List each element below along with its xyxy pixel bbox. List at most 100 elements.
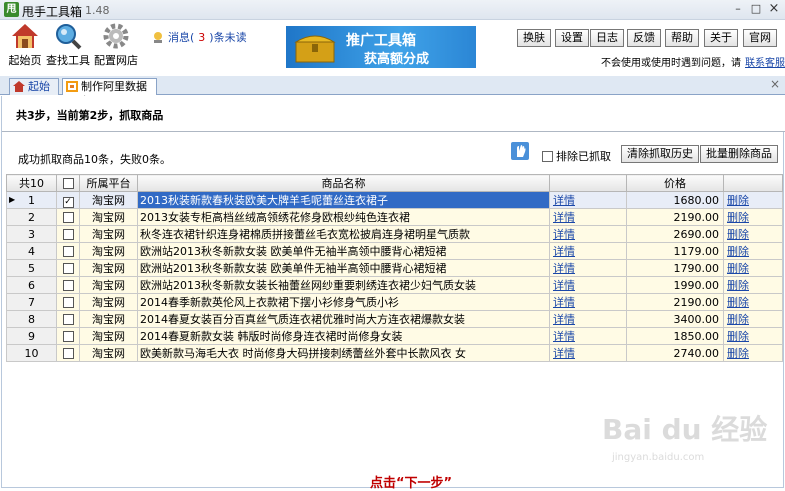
maximize-button[interactable]: □ [748, 2, 764, 16]
row-delete-link[interactable]: 删除 [727, 330, 749, 343]
header-platform[interactable]: 所属平台 [79, 174, 138, 192]
log-button[interactable]: 日志 [590, 29, 624, 47]
row-delete-link[interactable]: 删除 [727, 228, 749, 241]
row-checkbox-cell[interactable] [56, 344, 80, 362]
row-detail-link[interactable]: 详情 [553, 279, 575, 292]
row-price[interactable]: 2690.00 [626, 225, 724, 243]
table-row[interactable]: 8 淘宝网 2014春夏女装百分百真丝气质连衣裙优雅时尚大方连衣裙爆款女装 详情 340… [6, 310, 783, 328]
row-checkbox-cell[interactable] [56, 293, 80, 311]
row-checkbox-cell[interactable] [56, 327, 80, 345]
exclude-checkbox-box[interactable] [542, 151, 553, 162]
table-row[interactable]: 10 淘宝网 欧美新款马海毛大衣 时尚修身大码拼接刺绣蕾丝外套中长款风衣 女详情 27… [6, 344, 783, 362]
table-row[interactable]: 6 淘宝网 欧洲站2013秋冬新款女装长袖蕾丝网纱重要刺绣连衣裙少妇气质女装 详情 19… [6, 276, 783, 294]
row-detail-link[interactable]: 详情 [553, 211, 575, 224]
row-checkbox[interactable] [62, 330, 74, 342]
row-product-name[interactable]: 欧洲站2013秋冬新款女装 欧美单件无袖半高领中腰背心裙短裙 [137, 259, 550, 277]
row-product-name[interactable]: 2014春夏新款女装 韩版时尚修身连衣裙时尚修身女装 [137, 327, 550, 345]
tab-home[interactable]: 起始页 [9, 78, 59, 108]
table-row[interactable]: 2 淘宝网 2013女装专柜高档丝绒高领绣花修身欧根纱纯色连衣裙 详情 2190.00 删… [6, 208, 783, 226]
row-detail-cell: 详情 [549, 208, 627, 226]
row-detail-link[interactable]: 详情 [553, 194, 575, 207]
website-button[interactable]: 官网 [743, 29, 777, 47]
minimize-button[interactable]: – [730, 2, 746, 16]
header-price[interactable]: 价格 [626, 174, 724, 192]
row-detail-link[interactable]: 详情 [553, 313, 575, 326]
row-delete-link[interactable]: 删除 [727, 245, 749, 258]
row-checkbox[interactable]: ✓ [62, 197, 74, 208]
row-checkbox[interactable] [62, 347, 74, 359]
exclude-grabbed-checkbox[interactable]: 排除已抓取 [542, 148, 611, 164]
row-delete-link[interactable]: 删除 [727, 296, 749, 309]
row-product-name[interactable]: 2014春夏女装百分百真丝气质连衣裙优雅时尚大方连衣裙爆款女装 [137, 310, 550, 328]
row-product-name[interactable]: 2013女装专柜高档丝绒高领绣花修身欧根纱纯色连衣裙 [137, 208, 550, 226]
home-button[interactable]: 起始页 [1, 22, 49, 70]
row-product-name[interactable]: 欧洲站2013秋冬新款女装 欧美单件无袖半高领中腰背心裙短裙 [137, 242, 550, 260]
row-delete-link[interactable]: 删除 [727, 313, 749, 326]
table-row[interactable]: 5 淘宝网 欧洲站2013秋冬新款女装 欧美单件无袖半高领中腰背心裙短裙 详情 1790… [6, 259, 783, 277]
row-price[interactable]: 2740.00 [626, 344, 724, 362]
row-price[interactable]: 1990.00 [626, 276, 724, 294]
unread-messages[interactable]: 消息(3)条未读 [152, 29, 247, 45]
row-detail-link[interactable]: 详情 [553, 330, 575, 343]
settings-button[interactable]: 设置 [555, 29, 589, 47]
row-price[interactable]: 2190.00 [626, 293, 724, 311]
table-row[interactable]: 9 淘宝网 2014春夏新款女装 韩版时尚修身连衣裙时尚修身女装 详情 1850.00 删… [6, 327, 783, 345]
select-all-checkbox[interactable] [62, 177, 74, 189]
row-product-name[interactable]: 2014春季新款英伦风上衣款裙下摆小衫修身气质小衫 [137, 293, 550, 311]
table-row[interactable]: 7 淘宝网 2014春季新款英伦风上衣款裙下摆小衫修身气质小衫 详情 2190.00 删除 [6, 293, 783, 311]
header-select-all[interactable] [56, 174, 80, 192]
row-price[interactable]: 3400.00 [626, 310, 724, 328]
table-row[interactable]: 3 淘宝网 秋冬连衣裙针织连身裙棉质拼接蕾丝毛衣宽松披肩连身裙明星气质款 详情 2690… [6, 225, 783, 243]
row-price[interactable]: 1790.00 [626, 259, 724, 277]
row-price[interactable]: 1850.00 [626, 327, 724, 345]
tab-make-ali-package[interactable]: 制作阿里数据包 [62, 78, 157, 108]
row-checkbox-cell[interactable] [56, 242, 80, 260]
row-product-name[interactable]: 秋冬连衣裙针织连身裙棉质拼接蕾丝毛衣宽松披肩连身裙明星气质款 [137, 225, 550, 243]
row-product-name[interactable]: 欧洲站2013秋冬新款女装长袖蕾丝网纱重要刺绣连衣裙少妇气质女装 [137, 276, 550, 294]
help-button[interactable]: 帮助 [665, 29, 699, 47]
table-row[interactable]: ▶ 1 ✓ 淘宝网 2013秋装新款春秋装欧美大牌羊毛呢蕾丝连衣裙子 详情 1680.00 删… [6, 191, 783, 209]
row-checkbox-cell[interactable]: ✓ [56, 191, 80, 209]
row-checkbox[interactable] [62, 296, 74, 308]
promo-banner[interactable]: 推广工具箱 获高额分成 [286, 26, 476, 68]
table-row[interactable]: 4 淘宝网 欧洲站2013秋冬新款女装 欧美单件无袖半高领中腰背心裙短裙 详情 1179… [6, 242, 783, 260]
row-detail-link[interactable]: 详情 [553, 262, 575, 275]
row-price[interactable]: 1680.00 [626, 191, 724, 209]
row-delete-link[interactable]: 删除 [727, 211, 749, 224]
row-checkbox[interactable] [62, 313, 74, 325]
about-button[interactable]: 关于 [704, 29, 738, 47]
row-delete-link[interactable]: 删除 [727, 347, 749, 360]
row-checkbox-cell[interactable] [56, 310, 80, 328]
close-window-button[interactable]: × [766, 2, 782, 16]
hand-pointer-icon[interactable] [511, 142, 529, 160]
row-checkbox-cell[interactable] [56, 208, 80, 226]
row-detail-link[interactable]: 详情 [553, 296, 575, 309]
row-detail-link[interactable]: 详情 [553, 245, 575, 258]
clear-history-button[interactable]: 清除抓取历史 [621, 145, 699, 163]
row-checkbox[interactable] [62, 211, 74, 223]
row-delete-link[interactable]: 删除 [727, 279, 749, 292]
row-checkbox-cell[interactable] [56, 276, 80, 294]
row-detail-link[interactable]: 详情 [553, 347, 575, 360]
row-checkbox-cell[interactable] [56, 259, 80, 277]
row-price[interactable]: 2190.00 [626, 208, 724, 226]
batch-delete-button[interactable]: 批量删除商品 [700, 145, 778, 163]
row-detail-link[interactable]: 详情 [553, 228, 575, 241]
row-checkbox[interactable] [62, 228, 74, 240]
config-shop-button[interactable]: 配置网店 [92, 22, 140, 70]
row-product-name[interactable]: 2013秋装新款春秋装欧美大牌羊毛呢蕾丝连衣裙子 [137, 191, 550, 209]
row-checkbox[interactable] [62, 245, 74, 257]
close-tab-icon[interactable]: × [770, 77, 780, 91]
row-price[interactable]: 1179.00 [626, 242, 724, 260]
row-product-name[interactable]: 欧美新款马海毛大衣 时尚修身大码拼接刺绣蕾丝外套中长款风衣 女 [137, 344, 550, 362]
header-name[interactable]: 商品名称 [137, 174, 550, 192]
row-checkbox[interactable] [62, 279, 74, 291]
row-delete-link[interactable]: 删除 [727, 194, 749, 207]
row-checkbox[interactable] [62, 262, 74, 274]
row-delete-link[interactable]: 删除 [727, 262, 749, 275]
skin-button[interactable]: 换肤 [517, 29, 551, 47]
feedback-button[interactable]: 反馈 [627, 29, 661, 47]
find-tool-button[interactable]: 查找工具 [44, 22, 92, 70]
contact-support-link[interactable]: 联系客服 [745, 58, 785, 69]
row-checkbox-cell[interactable] [56, 225, 80, 243]
